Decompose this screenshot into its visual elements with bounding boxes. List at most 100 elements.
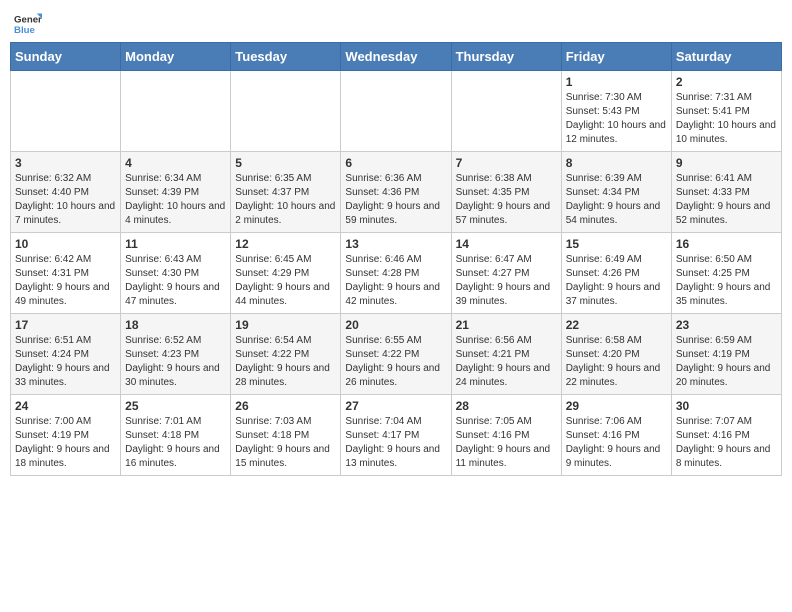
calendar-week-row: 3 Sunrise: 6:32 AM Sunset: 4:40 PM Daylig… — [11, 152, 782, 233]
calendar-cell: 6 Sunrise: 6:36 AM Sunset: 4:36 PM Daylig… — [341, 152, 451, 233]
day-info: Sunrise: 6:39 AM Sunset: 4:34 PM Dayligh… — [566, 172, 667, 228]
day-number: 30 — [676, 399, 777, 413]
calendar-cell: 24Sunrise: 7:00 AM Sunset: 4:19 PM Dayli… — [11, 395, 121, 476]
calendar-cell: 30 Sunrise: 7:07 AM Sunset: 4:16 PM Dayli… — [671, 395, 781, 476]
day-number: 11 — [125, 237, 226, 251]
day-number: 20 — [345, 318, 446, 332]
day-info: Sunrise: 6:43 AM Sunset: 4:30 PM Dayligh… — [125, 253, 226, 309]
day-info: Sunrise: 7:04 AM Sunset: 4:17 PM Dayligh… — [345, 415, 446, 471]
day-info: Sunrise: 6:52 AM Sunset: 4:23 PM Dayligh… — [125, 334, 226, 390]
day-info: Sunrise: 6:41 AM Sunset: 4:33 PM Dayligh… — [676, 172, 777, 228]
calendar-cell: 26 Sunrise: 7:03 AM Sunset: 4:18 PM Dayli… — [231, 395, 341, 476]
calendar-table: SundayMondayTuesdayWednesdayThursdayFrid… — [10, 42, 782, 476]
calendar-cell: 21Sunrise: 6:56 AM Sunset: 4:21 PM Dayli… — [451, 314, 561, 395]
day-of-week-header: Friday — [561, 43, 671, 71]
calendar-cell: 3 Sunrise: 6:32 AM Sunset: 4:40 PM Daylig… — [11, 152, 121, 233]
day-number: 6 — [345, 156, 446, 170]
calendar-cell — [451, 71, 561, 152]
calendar-week-row: 1 Sunrise: 7:30 AM Sunset: 5:43 PM Daylig… — [11, 71, 782, 152]
calendar-cell: 11 Sunrise: 6:43 AM Sunset: 4:30 PM Dayli… — [121, 233, 231, 314]
day-number: 29 — [566, 399, 667, 413]
logo: General Blue — [14, 10, 42, 38]
day-number: 22 — [566, 318, 667, 332]
calendar-cell: 28 Sunrise: 7:05 AM Sunset: 4:16 PM Dayli… — [451, 395, 561, 476]
day-of-week-header: Tuesday — [231, 43, 341, 71]
day-number: 15 — [566, 237, 667, 251]
svg-text:Blue: Blue — [14, 25, 35, 36]
day-info: Sunrise: 7:30 AM Sunset: 5:43 PM Dayligh… — [566, 91, 667, 147]
day-number: 13 — [345, 237, 446, 251]
day-info: Sunrise: 7:31 AM Sunset: 5:41 PM Dayligh… — [676, 91, 777, 147]
calendar-cell: 8 Sunrise: 6:39 AM Sunset: 4:34 PM Daylig… — [561, 152, 671, 233]
calendar-cell: 15 Sunrise: 6:49 AM Sunset: 4:26 PM Dayli… — [561, 233, 671, 314]
day-number: 2 — [676, 75, 777, 89]
day-number: 18 — [125, 318, 226, 332]
calendar-cell: 25 Sunrise: 7:01 AM Sunset: 4:18 PM Dayli… — [121, 395, 231, 476]
calendar-cell: 20 Sunrise: 6:55 AM Sunset: 4:22 PM Dayli… — [341, 314, 451, 395]
day-info: Sunrise: 6:59 AM Sunset: 4:19 PM Dayligh… — [676, 334, 777, 390]
day-info: Sunrise: 6:46 AM Sunset: 4:28 PM Dayligh… — [345, 253, 446, 309]
calendar-cell: 12Sunrise: 6:45 AM Sunset: 4:29 PM Dayli… — [231, 233, 341, 314]
day-info: Sunrise: 7:01 AM Sunset: 4:18 PM Dayligh… — [125, 415, 226, 471]
calendar-cell: 18 Sunrise: 6:52 AM Sunset: 4:23 PM Dayli… — [121, 314, 231, 395]
day-info: Sunrise: 6:42 AM Sunset: 4:31 PM Dayligh… — [15, 253, 116, 309]
calendar-cell: 23 Sunrise: 6:59 AM Sunset: 4:19 PM Dayli… — [671, 314, 781, 395]
day-info: Sunrise: 6:36 AM Sunset: 4:36 PM Dayligh… — [345, 172, 446, 228]
calendar-cell: 17 Sunrise: 6:51 AM Sunset: 4:24 PM Dayli… — [11, 314, 121, 395]
calendar-cell — [11, 71, 121, 152]
calendar-cell: 5 Sunrise: 6:35 AM Sunset: 4:37 PM Daylig… — [231, 152, 341, 233]
day-info: Sunrise: 7:03 AM Sunset: 4:18 PM Dayligh… — [235, 415, 336, 471]
day-number: 9 — [676, 156, 777, 170]
day-info: Sunrise: 7:07 AM Sunset: 4:16 PM Dayligh… — [676, 415, 777, 471]
day-number: 14 — [456, 237, 557, 251]
day-number: 5 — [235, 156, 336, 170]
day-of-week-header: Sunday — [11, 43, 121, 71]
calendar-cell: 10Sunrise: 6:42 AM Sunset: 4:31 PM Dayli… — [11, 233, 121, 314]
calendar-week-row: 17 Sunrise: 6:51 AM Sunset: 4:24 PM Dayli… — [11, 314, 782, 395]
day-number: 25 — [125, 399, 226, 413]
day-info: Sunrise: 6:55 AM Sunset: 4:22 PM Dayligh… — [345, 334, 446, 390]
day-number: 7 — [456, 156, 557, 170]
calendar-cell: 2 Sunrise: 7:31 AM Sunset: 5:41 PM Daylig… — [671, 71, 781, 152]
calendar-cell — [121, 71, 231, 152]
day-of-week-header: Wednesday — [341, 43, 451, 71]
logo-icon: General Blue — [14, 10, 42, 38]
day-number: 4 — [125, 156, 226, 170]
calendar-cell: 16Sunrise: 6:50 AM Sunset: 4:25 PM Dayli… — [671, 233, 781, 314]
day-number: 19 — [235, 318, 336, 332]
calendar-cell: 22 Sunrise: 6:58 AM Sunset: 4:20 PM Dayli… — [561, 314, 671, 395]
day-number: 28 — [456, 399, 557, 413]
calendar-week-row: 10Sunrise: 6:42 AM Sunset: 4:31 PM Dayli… — [11, 233, 782, 314]
day-info: Sunrise: 6:35 AM Sunset: 4:37 PM Dayligh… — [235, 172, 336, 228]
day-number: 16 — [676, 237, 777, 251]
calendar-cell: 27 Sunrise: 7:04 AM Sunset: 4:17 PM Dayli… — [341, 395, 451, 476]
day-number: 24 — [15, 399, 116, 413]
day-info: Sunrise: 6:32 AM Sunset: 4:40 PM Dayligh… — [15, 172, 116, 228]
calendar-cell: 9 Sunrise: 6:41 AM Sunset: 4:33 PM Daylig… — [671, 152, 781, 233]
day-number: 3 — [15, 156, 116, 170]
day-number: 8 — [566, 156, 667, 170]
day-info: Sunrise: 6:38 AM Sunset: 4:35 PM Dayligh… — [456, 172, 557, 228]
day-info: Sunrise: 6:51 AM Sunset: 4:24 PM Dayligh… — [15, 334, 116, 390]
day-info: Sunrise: 6:58 AM Sunset: 4:20 PM Dayligh… — [566, 334, 667, 390]
day-number: 21 — [456, 318, 557, 332]
calendar-cell: 1 Sunrise: 7:30 AM Sunset: 5:43 PM Daylig… — [561, 71, 671, 152]
day-number: 12 — [235, 237, 336, 251]
day-number: 17 — [15, 318, 116, 332]
day-number: 26 — [235, 399, 336, 413]
calendar-cell — [341, 71, 451, 152]
day-info: Sunrise: 7:05 AM Sunset: 4:16 PM Dayligh… — [456, 415, 557, 471]
day-number: 27 — [345, 399, 446, 413]
day-of-week-header: Thursday — [451, 43, 561, 71]
calendar-cell: 13 Sunrise: 6:46 AM Sunset: 4:28 PM Dayli… — [341, 233, 451, 314]
day-number: 1 — [566, 75, 667, 89]
calendar-cell — [231, 71, 341, 152]
calendar-cell: 7 Sunrise: 6:38 AM Sunset: 4:35 PM Daylig… — [451, 152, 561, 233]
calendar-week-row: 24Sunrise: 7:00 AM Sunset: 4:19 PM Dayli… — [11, 395, 782, 476]
day-info: Sunrise: 6:49 AM Sunset: 4:26 PM Dayligh… — [566, 253, 667, 309]
page-header: General Blue — [10, 10, 782, 38]
calendar-cell: 14Sunrise: 6:47 AM Sunset: 4:27 PM Dayli… — [451, 233, 561, 314]
calendar-cell: 19 Sunrise: 6:54 AM Sunset: 4:22 PM Dayli… — [231, 314, 341, 395]
day-info: Sunrise: 6:54 AM Sunset: 4:22 PM Dayligh… — [235, 334, 336, 390]
day-number: 23 — [676, 318, 777, 332]
